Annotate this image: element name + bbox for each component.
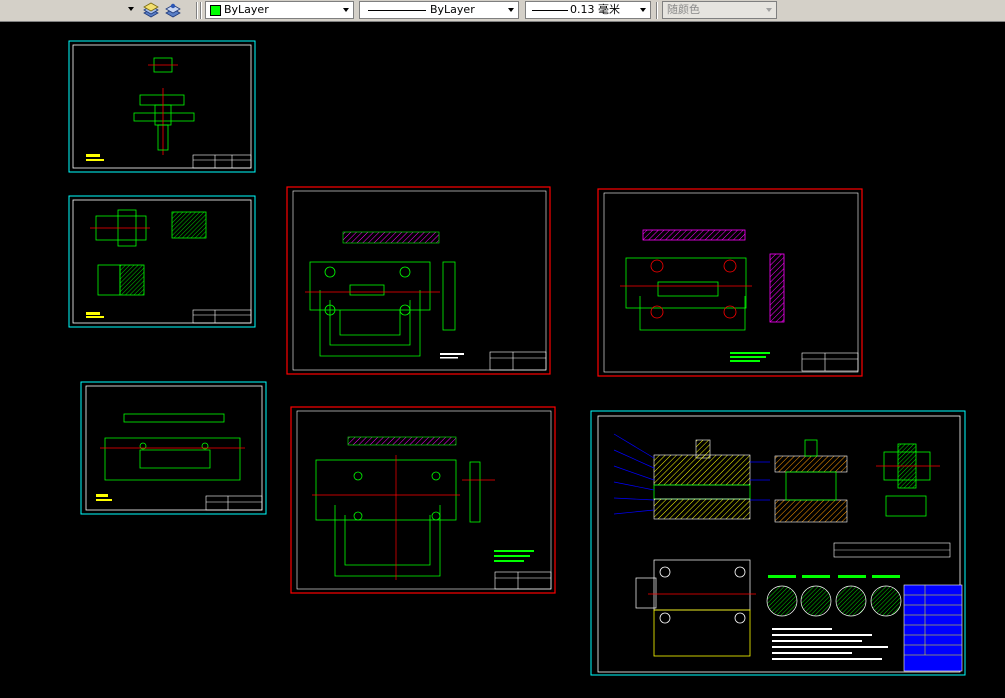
linetype-value: ByLayer xyxy=(430,3,475,16)
drawing-sheet-1[interactable] xyxy=(68,40,256,173)
drawing-sheet-5[interactable] xyxy=(597,188,863,377)
layer-states-icon[interactable] xyxy=(163,1,183,19)
toolbar-separator xyxy=(196,2,198,19)
plotstyle-dropdown-arrow[interactable] xyxy=(762,2,776,18)
plotstyle-combo[interactable]: 随颜色 xyxy=(662,1,777,19)
color-swatch xyxy=(210,5,221,16)
drawing-canvas[interactable] xyxy=(0,22,1005,698)
color-combo[interactable]: ByLayer xyxy=(205,1,354,19)
layer-combo-dropdown[interactable] xyxy=(0,1,138,19)
drawing-sheet-4[interactable] xyxy=(286,186,551,375)
toolbar-separator xyxy=(200,2,202,19)
properties-toolbar: ByLayer ByLayer 0.13 毫米 随颜色 xyxy=(0,0,1005,22)
lineweight-preview xyxy=(532,10,568,11)
plotstyle-value: 随颜色 xyxy=(667,3,700,16)
lineweight-combo[interactable]: 0.13 毫米 xyxy=(525,1,651,19)
toolbar-separator xyxy=(656,2,658,19)
drawing-sheet-2[interactable] xyxy=(68,195,256,328)
linetype-dropdown-arrow[interactable] xyxy=(504,2,518,18)
drawing-sheet-6[interactable] xyxy=(290,406,556,594)
drawing-sheet-7-assembly[interactable] xyxy=(590,410,966,676)
lineweight-dropdown-arrow[interactable] xyxy=(636,2,650,18)
color-dropdown-arrow[interactable] xyxy=(339,2,353,18)
drawing-sheet-3[interactable] xyxy=(80,381,267,515)
layer-previous-icon[interactable] xyxy=(141,1,161,19)
lineweight-value: 0.13 毫米 xyxy=(570,3,620,16)
color-value: ByLayer xyxy=(224,3,269,16)
linetype-combo[interactable]: ByLayer xyxy=(359,1,519,19)
linetype-preview xyxy=(368,10,426,11)
